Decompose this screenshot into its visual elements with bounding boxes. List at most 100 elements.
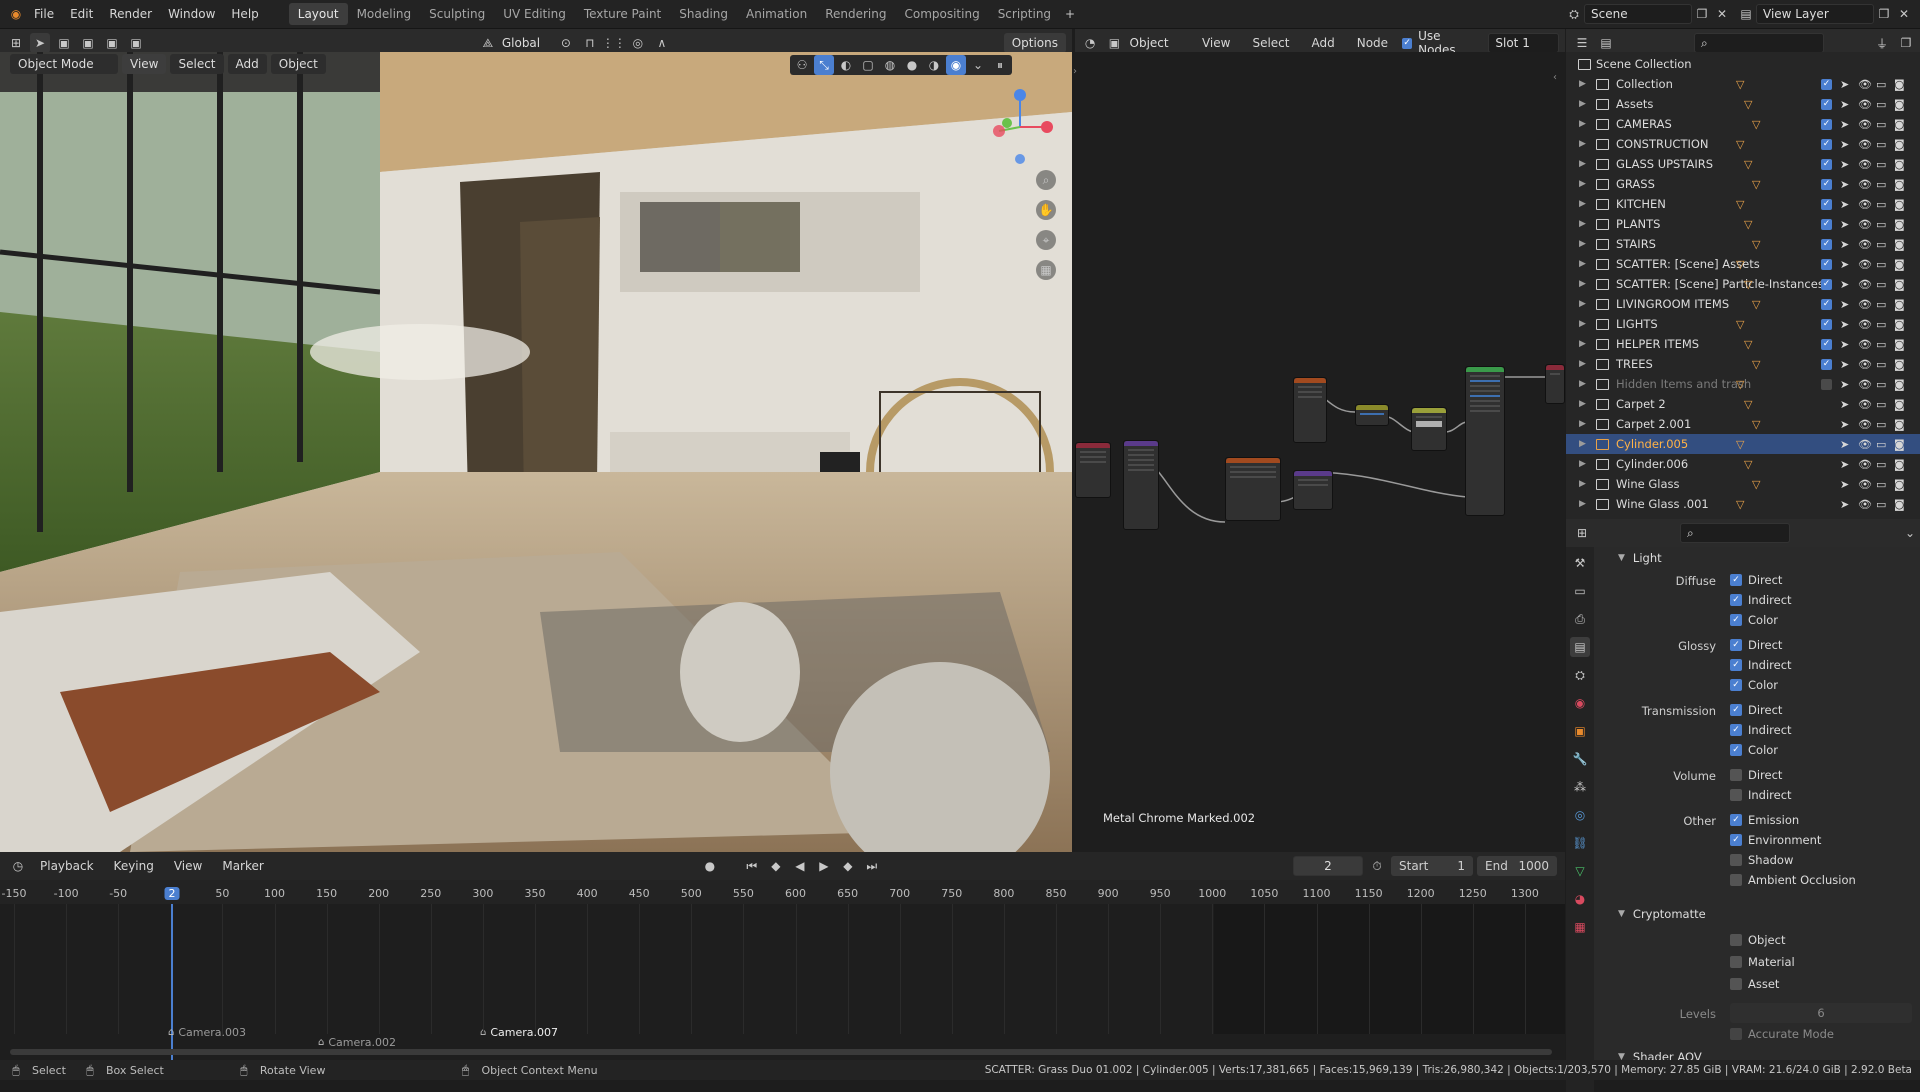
visibility-eye-icon[interactable]: 👁: [1858, 278, 1872, 291]
start-frame-field[interactable]: Start 1: [1391, 856, 1473, 876]
light-panel-header[interactable]: ▼ Light: [1618, 547, 1662, 569]
properties-options-icon[interactable]: ⌄: [1900, 523, 1920, 543]
viewport-disable-icon[interactable]: ▭: [1876, 498, 1886, 511]
selectable-icon[interactable]: ➤: [1840, 98, 1849, 111]
shader-node[interactable]: [1293, 470, 1333, 510]
snap-icon[interactable]: ⊓: [580, 33, 600, 53]
properties-search-input[interactable]: ⌕: [1680, 523, 1790, 543]
menu-help[interactable]: Help: [223, 3, 266, 25]
scene-field[interactable]: Scene: [1584, 4, 1692, 24]
viewport-disable-icon[interactable]: ▭: [1876, 318, 1886, 331]
outliner-row[interactable]: ▶ SCATTER: [Scene] Particle-Instances ▽ ✓ ➤ 👁…: [1566, 274, 1920, 294]
render-camera-icon[interactable]: ◙: [1894, 298, 1905, 311]
property-checkbox[interactable]: Shadow: [1730, 853, 1793, 867]
exclude-checkbox[interactable]: ✓: [1821, 138, 1832, 150]
outliner-row[interactable]: ▶ STAIRS ▽ ✓ ➤ 👁 ▭ ◙: [1566, 234, 1920, 254]
exclude-checkbox[interactable]: ✓: [1821, 318, 1832, 330]
output-tab-icon[interactable]: ⎙: [1570, 609, 1590, 629]
properties-editor-type-icon[interactable]: ⊞: [1572, 523, 1592, 543]
tab-sculpting[interactable]: Sculpting: [420, 3, 494, 25]
rendered-shading-icon[interactable]: ◉: [946, 55, 966, 75]
viewport-menu-object[interactable]: Object: [270, 54, 326, 74]
shader-node[interactable]: [1545, 364, 1565, 404]
property-checkbox[interactable]: ✓ Direct: [1730, 573, 1782, 587]
expand-arrow-icon[interactable]: ▶: [1579, 99, 1586, 109]
outliner-row[interactable]: ▶ CONSTRUCTION ▽ ✓ ➤ 👁 ▭ ◙: [1566, 134, 1920, 154]
timeline-menu-marker[interactable]: Marker: [214, 855, 271, 877]
selectable-icon[interactable]: ➤: [1840, 458, 1849, 471]
render-camera-icon[interactable]: ◙: [1894, 418, 1905, 431]
menu-render[interactable]: Render: [101, 3, 160, 25]
property-checkbox[interactable]: ✓ Color: [1730, 743, 1778, 757]
selectable-icon[interactable]: ➤: [1840, 318, 1849, 331]
selectable-icon[interactable]: ➤: [1840, 118, 1849, 131]
cryptomatte-panel-header[interactable]: ▼ Cryptomatte: [1618, 903, 1706, 925]
prev-keyframe-icon[interactable]: ◆: [766, 856, 786, 876]
node-menu-node[interactable]: Node: [1349, 32, 1396, 54]
shader-node[interactable]: [1123, 440, 1159, 530]
viewport-disable-icon[interactable]: ▭: [1876, 438, 1886, 451]
wireframe-shading-icon[interactable]: ◍: [880, 55, 900, 75]
navigation-gizmo[interactable]: [985, 87, 1055, 167]
outliner-row[interactable]: ▶ HELPER ITEMS ▽ ✓ ➤ 👁 ▭ ◙: [1566, 334, 1920, 354]
visibility-eye-icon[interactable]: 👁: [1858, 418, 1872, 431]
expand-arrow-icon[interactable]: ▶: [1579, 179, 1586, 189]
selectable-icon[interactable]: ➤: [1840, 398, 1849, 411]
tab-texture-paint[interactable]: Texture Paint: [575, 3, 670, 25]
material-tab-icon[interactable]: ◕: [1570, 889, 1590, 909]
viewport-disable-icon[interactable]: ▭: [1876, 178, 1886, 191]
current-frame-field[interactable]: 2: [1293, 856, 1363, 876]
select-mode-extend-icon[interactable]: ▣: [78, 33, 98, 53]
expand-arrow-icon[interactable]: ▶: [1579, 239, 1586, 249]
3d-viewport[interactable]: Object Mode View Select Add Object ⚇ ⤡ ◐…: [0, 52, 1072, 852]
tool-tab-icon[interactable]: ⚒: [1570, 553, 1590, 573]
slot-dropdown[interactable]: Slot 1: [1488, 33, 1560, 53]
visibility-eye-icon[interactable]: 👁: [1858, 178, 1872, 191]
selectable-icon[interactable]: ➤: [1840, 218, 1849, 231]
data-tab-icon[interactable]: ▽: [1570, 861, 1590, 881]
property-checkbox[interactable]: ✓ Indirect: [1730, 593, 1792, 607]
preview-range-icon[interactable]: ⏱: [1367, 856, 1387, 876]
material-shading-icon[interactable]: ◑: [924, 55, 944, 75]
selectable-icon[interactable]: ➤: [1840, 378, 1849, 391]
shader-node[interactable]: [1293, 377, 1327, 443]
property-checkbox[interactable]: ✓ Direct: [1730, 638, 1782, 652]
viewport-disable-icon[interactable]: ▭: [1876, 478, 1886, 491]
visibility-eye-icon[interactable]: 👁: [1858, 478, 1872, 491]
cryptomatte-checkbox[interactable]: Asset: [1730, 977, 1779, 991]
tab-animation[interactable]: Animation: [737, 3, 816, 25]
viewport-disable-icon[interactable]: ▭: [1876, 458, 1886, 471]
current-frame-indicator[interactable]: 2: [164, 887, 180, 900]
selectable-icon[interactable]: ➤: [1840, 478, 1849, 491]
expand-arrow-icon[interactable]: ▶: [1579, 339, 1586, 349]
shader-node[interactable]: [1225, 457, 1281, 521]
render-camera-icon[interactable]: ◙: [1894, 338, 1905, 351]
visibility-eye-icon[interactable]: 👁: [1858, 318, 1872, 331]
select-tool-icon[interactable]: ➤: [30, 33, 50, 53]
viewport-disable-icon[interactable]: ▭: [1876, 238, 1886, 251]
outliner-row[interactable]: ▶ PLANTS ▽ ✓ ➤ 👁 ▭ ◙: [1566, 214, 1920, 234]
visibility-eye-icon[interactable]: 👁: [1858, 118, 1872, 131]
exclude-checkbox[interactable]: ✓: [1821, 258, 1832, 270]
xray-toggle-icon[interactable]: ▢: [858, 55, 878, 75]
object-tab-icon[interactable]: ▣: [1570, 721, 1590, 741]
visibility-eye-icon[interactable]: 👁: [1858, 358, 1872, 371]
ortho-grid-icon[interactable]: ▦: [1036, 260, 1056, 280]
outliner-search-input[interactable]: ⌕: [1694, 33, 1824, 53]
visibility-eye-icon[interactable]: 👁: [1858, 258, 1872, 271]
outliner-row[interactable]: ▶ Carpet 2 ▽ ➤ 👁 ▭ ◙: [1566, 394, 1920, 414]
menu-edit[interactable]: Edit: [62, 3, 101, 25]
expand-arrow-icon[interactable]: ▶: [1579, 479, 1586, 489]
viewport-menu-add[interactable]: Add: [227, 54, 267, 74]
next-keyframe-icon[interactable]: ◆: [838, 856, 858, 876]
render-camera-icon[interactable]: ◙: [1894, 238, 1905, 251]
selectable-icon[interactable]: ➤: [1840, 278, 1849, 291]
render-camera-icon[interactable]: ◙: [1894, 378, 1905, 391]
visibility-eye-icon[interactable]: 👁: [1858, 238, 1872, 251]
play-reverse-icon[interactable]: ◀: [790, 856, 810, 876]
solid-shading-icon[interactable]: ●: [902, 55, 922, 75]
visibility-eye-icon[interactable]: 👁: [1858, 78, 1872, 91]
property-checkbox[interactable]: Indirect: [1730, 788, 1792, 802]
node-editor-sidebar-toggle-icon[interactable]: ‹: [1553, 72, 1557, 83]
expand-arrow-icon[interactable]: ▶: [1579, 399, 1586, 409]
